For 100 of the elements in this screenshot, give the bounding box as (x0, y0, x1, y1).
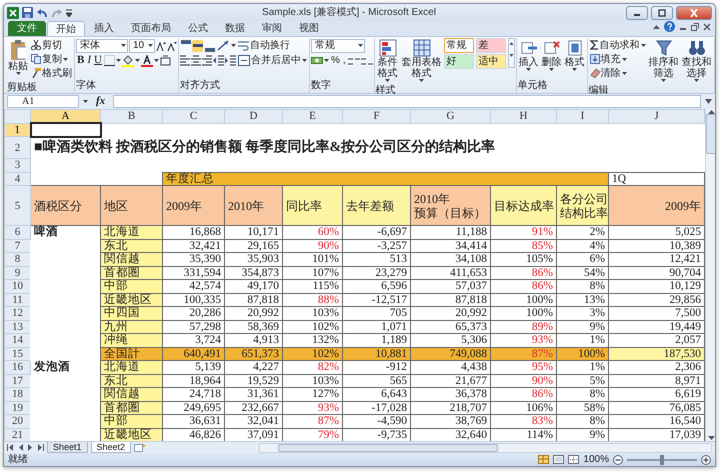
zoom-in-icon[interactable] (701, 454, 711, 464)
collapse-ribbon-icon[interactable] (653, 24, 660, 29)
help-icon[interactable] (664, 21, 675, 32)
delete-cells-button[interactable]: 删除 (540, 38, 563, 72)
align-middle-icon[interactable] (192, 40, 203, 52)
ribbon-tab[interactable]: 视图 (291, 21, 327, 36)
name-box[interactable]: A1 (7, 95, 79, 108)
font-color-icon[interactable] (140, 54, 153, 66)
insert-function-button[interactable]: fx (92, 93, 110, 110)
insert-cells-button[interactable]: 插入 (518, 38, 540, 72)
merge-center-button[interactable]: 合并后居中 (237, 54, 308, 68)
shrink-font-icon[interactable] (167, 40, 177, 50)
align-left-icon[interactable] (180, 55, 190, 66)
previous-sheet-icon[interactable] (17, 444, 24, 451)
align-center-icon[interactable] (191, 55, 201, 66)
restore-icon[interactable] (691, 22, 699, 30)
close-button[interactable] (676, 6, 712, 20)
cell-style-option[interactable]: 适中 (476, 54, 506, 69)
column-header[interactable]: A (30, 110, 100, 123)
page-layout-icon[interactable] (553, 455, 564, 464)
row-header[interactable]: 8 (4, 252, 30, 266)
row-header[interactable]: 9 (4, 266, 30, 280)
gallery-scroll-icon[interactable] (508, 38, 515, 68)
number-format-field[interactable]: 常规 (311, 38, 365, 52)
fill-color-icon[interactable] (122, 54, 134, 66)
row-header[interactable]: 4 (4, 172, 30, 186)
formula-field[interactable] (113, 95, 701, 108)
clear-button[interactable]: 清除 (588, 66, 647, 80)
cell-style-option[interactable]: 好 (444, 54, 474, 69)
underline-button[interactable]: U (93, 54, 103, 68)
comma-button[interactable]: , (342, 54, 347, 68)
row-header[interactable]: 10 (4, 280, 30, 293)
currency-icon[interactable] (311, 55, 323, 66)
cell-style-option[interactable]: 差 (476, 38, 506, 53)
find-select-button[interactable]: 查找和选择 (680, 38, 713, 83)
zoom-slider-thumb[interactable] (660, 454, 664, 464)
row-header[interactable]: 14 (4, 334, 30, 347)
font-size-field[interactable]: 10 (129, 38, 155, 52)
grow-font-icon[interactable] (156, 40, 166, 50)
percent-button[interactable]: % (330, 54, 341, 68)
align-right-icon[interactable] (202, 55, 212, 66)
normal-view-icon[interactable] (538, 455, 550, 464)
column-header[interactable]: G (410, 110, 490, 123)
row-header[interactable]: 13 (4, 320, 30, 334)
maximize-button[interactable] (651, 6, 673, 20)
autosum-button[interactable]: 自动求和 (588, 38, 647, 52)
cut-button[interactable]: 剪切 (30, 38, 73, 52)
vertical-scrollbar[interactable] (705, 109, 715, 441)
sheet-tab[interactable]: Sheet1 (47, 442, 88, 453)
orientation-icon[interactable] (216, 40, 230, 51)
column-header[interactable]: C (162, 110, 224, 123)
increase-indent-icon[interactable] (225, 55, 236, 66)
ribbon-tab[interactable]: 公式 (180, 21, 216, 36)
row-header[interactable]: 20 (4, 414, 30, 428)
row-header[interactable]: 18 (4, 388, 30, 401)
row-header[interactable]: 5 (4, 186, 30, 226)
wrap-text-button[interactable]: 自动换行 (237, 38, 291, 52)
format-cells-button[interactable]: 格式 (564, 38, 586, 72)
format-painter-button[interactable]: 格式刷 (30, 66, 73, 80)
expand-formula-icon[interactable] (705, 99, 712, 104)
scrollbar-thumb[interactable] (278, 444, 498, 452)
row-header[interactable]: 19 (4, 401, 30, 414)
row-header[interactable]: 17 (4, 374, 30, 388)
customize-icon[interactable] (66, 8, 72, 16)
page-break-icon[interactable] (568, 455, 580, 464)
column-header[interactable]: E (282, 110, 342, 123)
row-header[interactable]: 11 (4, 293, 30, 306)
fill-button[interactable]: 填充 (588, 52, 647, 66)
conditional-formatting-button[interactable]: 条件格式 (376, 38, 400, 83)
sheet-tab[interactable]: Sheet2 (90, 442, 132, 453)
scrollbar-thumb[interactable] (706, 114, 715, 154)
ribbon-tab[interactable]: 页面布局 (123, 21, 179, 36)
row-header[interactable]: 16 (4, 360, 30, 374)
last-sheet-icon[interactable] (37, 444, 44, 451)
column-header[interactable]: F (342, 110, 410, 123)
cell-style-option[interactable]: 常规 (444, 38, 474, 53)
close-icon[interactable] (703, 22, 711, 30)
first-sheet-icon[interactable] (7, 444, 14, 451)
minimize-button[interactable] (626, 6, 648, 20)
format-as-table-button[interactable]: 套用表格格式 (400, 38, 443, 83)
row-header[interactable]: 7 (4, 239, 30, 252)
new-sheet-icon[interactable] (134, 443, 146, 452)
copy-button[interactable]: 复制 (30, 52, 73, 66)
row-header[interactable]: 12 (4, 306, 30, 320)
italic-button[interactable]: I (86, 54, 92, 68)
next-sheet-icon[interactable] (27, 444, 34, 451)
decrease-indent-icon[interactable] (213, 55, 224, 66)
ribbon-tab[interactable]: 数据 (217, 21, 253, 36)
file-tab[interactable]: 文件 (8, 21, 46, 36)
undo-icon[interactable] (36, 8, 48, 18)
row-header[interactable]: 15 (4, 347, 30, 360)
ribbon-tab[interactable]: 开始 (47, 21, 85, 36)
paste-button[interactable]: 粘贴 (7, 38, 29, 76)
row-header[interactable]: 21 (4, 428, 30, 441)
horizontal-scrollbar[interactable] (259, 442, 712, 452)
column-header[interactable]: I (556, 110, 608, 123)
ribbon-tab[interactable]: 插入 (86, 21, 122, 36)
ribbon-tab[interactable]: 审阅 (254, 21, 290, 36)
row-header[interactable]: 3 (4, 158, 30, 172)
row-header[interactable]: 6 (4, 226, 30, 239)
